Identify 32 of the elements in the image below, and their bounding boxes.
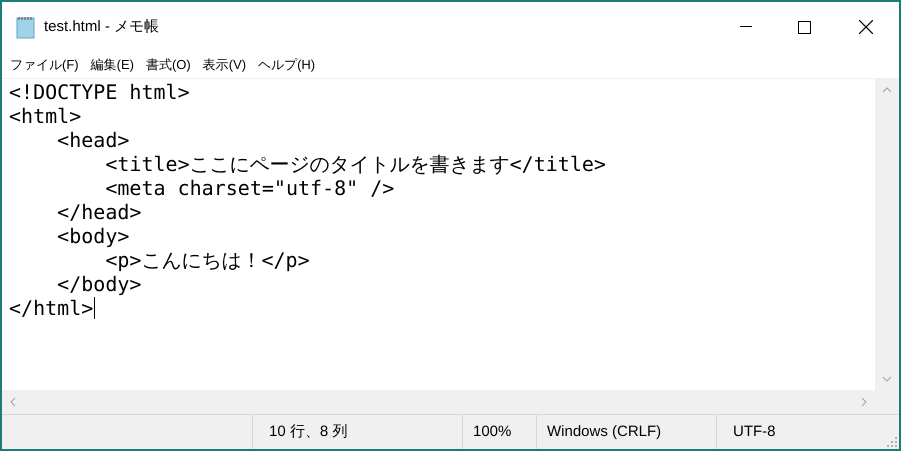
code-line: <head> — [56, 128, 130, 152]
code-line: </html> — [9, 296, 94, 320]
menu-item[interactable]: ヘルプ(H) — [258, 55, 316, 75]
horizontal-scrollbar[interactable] — [2, 390, 875, 414]
code-line: <title>ここにページのタイトルを書きます</title> — [104, 152, 606, 176]
close-icon — [859, 20, 873, 34]
scroll-right-icon[interactable] — [861, 397, 867, 407]
menu-item[interactable]: 編集(E) — [90, 55, 134, 75]
code-line: <meta charset="utf-8" /> — [104, 176, 394, 200]
menu-item[interactable]: ファイル(F) — [10, 55, 79, 75]
scroll-up-icon[interactable] — [882, 87, 892, 93]
menu-item[interactable]: 表示(V) — [202, 55, 246, 75]
code-line: <html> — [9, 104, 82, 128]
scroll-down-icon[interactable] — [882, 376, 892, 382]
status-text: Windows (CRLF) — [547, 422, 662, 442]
code-line: </head> — [56, 200, 142, 224]
scroll-left-icon[interactable] — [10, 397, 16, 407]
menu-item[interactable]: 書式(O) — [146, 55, 191, 75]
code-line: </body> — [56, 272, 142, 296]
status-text: 100% — [473, 422, 512, 442]
minimize-icon — [740, 26, 752, 28]
text-cursor — [94, 297, 96, 319]
code-line: <p>こんにちは！</p> — [104, 248, 310, 272]
status-text: 10 行、8 列 — [269, 422, 348, 442]
vertical-scrollbar[interactable] — [875, 79, 899, 390]
resize-grip-icon[interactable] — [887, 437, 897, 447]
code-line: <body> — [56, 224, 130, 248]
window-title: test.html - メモ帳 — [44, 16, 160, 37]
maximize-icon — [798, 20, 810, 34]
notepad-icon — [15, 15, 37, 39]
status-text: UTF-8 — [733, 422, 776, 442]
code-line: <!DOCTYPE html> — [9, 80, 190, 104]
